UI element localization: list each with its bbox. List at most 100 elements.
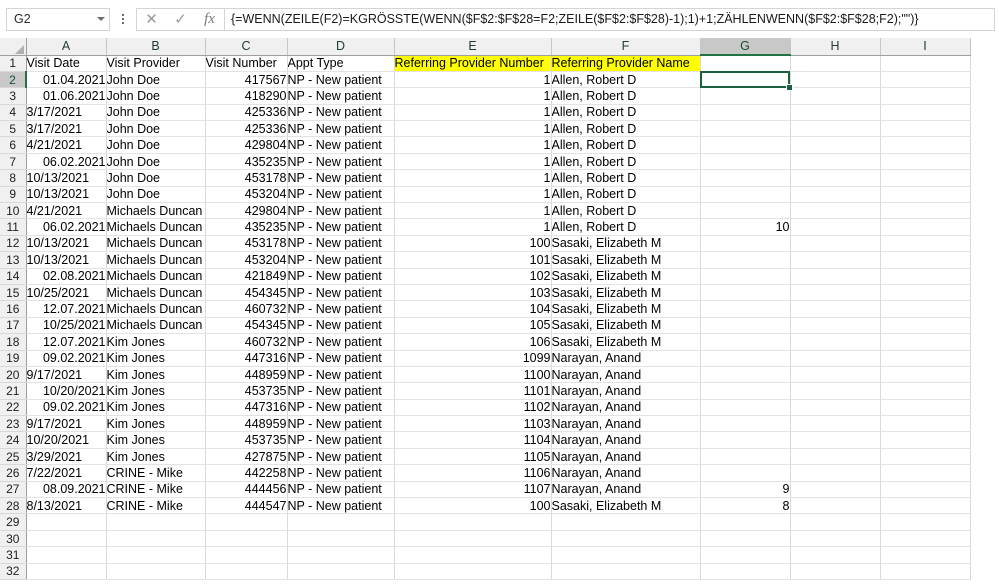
cell-F7[interactable]: Allen, Robert D xyxy=(551,153,701,171)
cell-A31[interactable] xyxy=(26,546,107,564)
cell-D24[interactable]: NP - New patient xyxy=(287,431,395,449)
row-header-32[interactable]: 32 xyxy=(0,563,27,581)
cell-A15[interactable]: 10/25/2021 xyxy=(26,284,107,302)
cell-F9[interactable]: Allen, Robert D xyxy=(551,186,701,204)
select-all-corner[interactable] xyxy=(0,38,27,56)
cell-I8[interactable] xyxy=(880,169,971,187)
cell-H2[interactable] xyxy=(790,71,881,89)
cell-E10[interactable]: 1 xyxy=(394,202,552,220)
cell-A24[interactable]: 10/20/2021 xyxy=(26,431,107,449)
cell-I21[interactable] xyxy=(880,382,971,400)
cell-D4[interactable]: NP - New patient xyxy=(287,104,395,122)
cell-C19[interactable]: 447316 xyxy=(205,350,288,367)
cell-F31[interactable] xyxy=(551,546,701,564)
cell-I15[interactable] xyxy=(880,284,971,302)
row-header-15[interactable]: 15 xyxy=(0,284,27,302)
row-header-5[interactable]: 5 xyxy=(0,120,27,138)
cell-F5[interactable]: Allen, Robert D xyxy=(551,120,701,138)
cell-C20[interactable]: 448959 xyxy=(205,366,288,384)
row-header-2[interactable]: 2 xyxy=(0,71,27,89)
cell-A19[interactable]: 09.02.2021 xyxy=(26,350,107,367)
cell-F4[interactable]: Allen, Robert D xyxy=(551,104,701,122)
cell-C26[interactable]: 442258 xyxy=(205,464,288,482)
cell-D9[interactable]: NP - New patient xyxy=(287,186,395,204)
cell-A20[interactable]: 9/17/2021 xyxy=(26,366,107,384)
row-header-14[interactable]: 14 xyxy=(0,268,27,285)
cell-F25[interactable]: Narayan, Anand xyxy=(551,448,701,466)
cell-D18[interactable]: NP - New patient xyxy=(287,333,395,351)
column-header-e[interactable]: E xyxy=(394,38,552,56)
cell-B4[interactable]: John Doe xyxy=(106,104,206,122)
cell-E6[interactable]: 1 xyxy=(394,136,552,154)
cell-A10[interactable]: 4/21/2021 xyxy=(26,202,107,220)
cell-E16[interactable]: 104 xyxy=(394,300,552,318)
cell-E21[interactable]: 1101 xyxy=(394,382,552,400)
cell-E5[interactable]: 1 xyxy=(394,120,552,138)
column-header-d[interactable]: D xyxy=(287,38,395,56)
row-header-23[interactable]: 23 xyxy=(0,415,27,433)
cell-F23[interactable]: Narayan, Anand xyxy=(551,415,701,433)
cell-E20[interactable]: 1100 xyxy=(394,366,552,384)
cell-B17[interactable]: Michaels Duncan xyxy=(106,317,206,335)
cell-G5[interactable] xyxy=(700,120,791,138)
cell-B24[interactable]: Kim Jones xyxy=(106,431,206,449)
cell-D26[interactable]: NP - New patient xyxy=(287,464,395,482)
cell-E29[interactable] xyxy=(394,513,552,531)
cell-I4[interactable] xyxy=(880,104,971,122)
cell-I25[interactable] xyxy=(880,448,971,466)
cell-H23[interactable] xyxy=(790,415,881,433)
chevron-down-icon[interactable] xyxy=(97,17,105,21)
cell-E31[interactable] xyxy=(394,546,552,564)
cell-G17[interactable] xyxy=(700,317,791,335)
cell-G30[interactable] xyxy=(700,530,791,548)
cell-E12[interactable]: 100 xyxy=(394,235,552,253)
cell-I12[interactable] xyxy=(880,235,971,253)
cell-H24[interactable] xyxy=(790,431,881,449)
cell-D6[interactable]: NP - New patient xyxy=(287,136,395,154)
cell-A25[interactable]: 3/29/2021 xyxy=(26,448,107,466)
cell-H26[interactable] xyxy=(790,464,881,482)
cell-G24[interactable] xyxy=(700,431,791,449)
formula-input[interactable]: {=WENN(ZEILE(F2)=KGRÖSSTE(WENN($F$2:$F$2… xyxy=(224,7,995,31)
cell-F26[interactable]: Narayan, Anand xyxy=(551,464,701,482)
cell-E23[interactable]: 1103 xyxy=(394,415,552,433)
cell-I7[interactable] xyxy=(880,153,971,171)
cell-H20[interactable] xyxy=(790,366,881,384)
row-header-12[interactable]: 12 xyxy=(0,235,27,253)
cell-D21[interactable]: NP - New patient xyxy=(287,382,395,400)
cell-D14[interactable]: NP - New patient xyxy=(287,268,395,285)
cell-I29[interactable] xyxy=(880,513,971,531)
cell-F13[interactable]: Sasaki, Elizabeth M xyxy=(551,251,701,269)
cell-I19[interactable] xyxy=(880,350,971,367)
cell-E4[interactable]: 1 xyxy=(394,104,552,122)
cell-B27[interactable]: CRINE - Mike xyxy=(106,481,206,499)
cell-A7[interactable]: 06.02.2021 xyxy=(26,153,107,171)
cell-A28[interactable]: 8/13/2021 xyxy=(26,497,107,515)
cell-C3[interactable]: 418290 xyxy=(205,87,288,105)
cancel-formula-icon[interactable]: ✕ xyxy=(137,9,166,30)
cell-E3[interactable]: 1 xyxy=(394,87,552,105)
cell-C29[interactable] xyxy=(205,513,288,531)
cell-C17[interactable]: 454345 xyxy=(205,317,288,335)
cell-B21[interactable]: Kim Jones xyxy=(106,382,206,400)
cell-I32[interactable] xyxy=(880,563,971,581)
cell-C12[interactable]: 453178 xyxy=(205,235,288,253)
cell-E25[interactable]: 1105 xyxy=(394,448,552,466)
cell-C11[interactable]: 435235 xyxy=(205,218,288,236)
cell-G20[interactable] xyxy=(700,366,791,384)
more-options-icon[interactable] xyxy=(115,8,131,31)
cell-E15[interactable]: 103 xyxy=(394,284,552,302)
cell-A21[interactable]: 10/20/2021 xyxy=(26,382,107,400)
cell-I20[interactable] xyxy=(880,366,971,384)
cell-A12[interactable]: 10/13/2021 xyxy=(26,235,107,253)
cell-H10[interactable] xyxy=(790,202,881,220)
cell-A13[interactable]: 10/13/2021 xyxy=(26,251,107,269)
row-header-24[interactable]: 24 xyxy=(0,431,27,449)
cell-F32[interactable] xyxy=(551,563,701,581)
cell-F27[interactable]: Narayan, Anand xyxy=(551,481,701,499)
column-title-b[interactable]: Visit Provider xyxy=(106,55,206,72)
cell-A6[interactable]: 4/21/2021 xyxy=(26,136,107,154)
cell-B11[interactable]: Michaels Duncan xyxy=(106,218,206,236)
row-header-30[interactable]: 30 xyxy=(0,530,27,548)
row-header-29[interactable]: 29 xyxy=(0,513,27,531)
